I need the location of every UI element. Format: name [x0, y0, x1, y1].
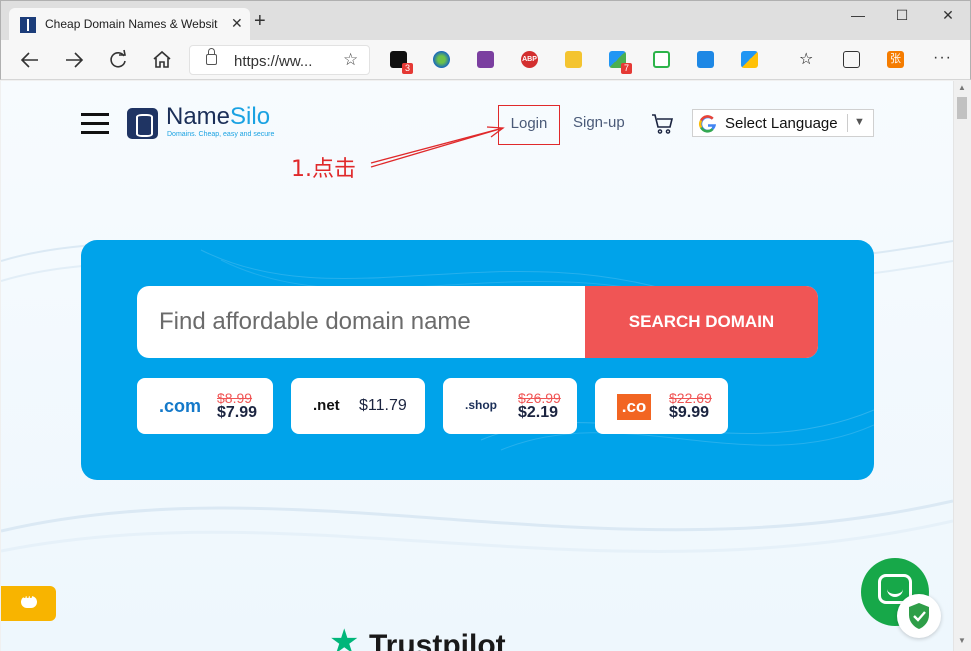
tld-card-net[interactable]: .net $11.79	[291, 378, 425, 434]
logo-tagline: Domains. Cheap, easy and secure	[167, 131, 275, 138]
extension-tampermonkey-icon[interactable]	[565, 51, 582, 68]
tv-extension-icon[interactable]	[653, 51, 670, 68]
tld-shop-logo: .shop	[465, 398, 497, 412]
favorites-list-icon[interactable]: ☆	[799, 49, 816, 68]
tld-shop-price: $2.19	[518, 404, 559, 421]
cart-icon[interactable]	[651, 112, 675, 136]
new-tab-icon[interactable]: +	[254, 11, 266, 31]
adblock-plus-icon[interactable]: ABP	[521, 51, 538, 68]
forward-icon[interactable]	[62, 48, 86, 72]
security-shield-icon[interactable]	[897, 594, 941, 638]
refresh-icon[interactable]	[106, 48, 130, 72]
tld-com-logo: .com	[159, 396, 202, 416]
namesilo-logo-text[interactable]: NameSilo	[166, 103, 270, 131]
tld-card-shop[interactable]: .shop $26.99 $2.19	[443, 378, 577, 434]
tab-title: Cheap Domain Names & Websit	[45, 17, 218, 31]
tld-net-price: $11.79	[359, 397, 407, 414]
feedback-chat-button[interactable]	[1, 586, 56, 621]
browser-toolbar: https://ww... ☆ 3 ABP 7 ☆ 张 ···	[0, 40, 971, 80]
tld-co-logo: .co	[617, 394, 651, 420]
translate-icon[interactable]	[741, 51, 758, 68]
signup-link[interactable]: Sign-up	[573, 114, 625, 131]
extension-apps-icon[interactable]: 7	[609, 51, 632, 74]
click-annotation: 1.点击	[291, 157, 356, 182]
hamburger-menu-icon[interactable]	[81, 113, 109, 135]
namesilo-favicon-icon	[20, 17, 36, 33]
maximize-icon[interactable]: ☐	[887, 7, 917, 24]
back-icon[interactable]	[18, 48, 42, 72]
favorite-star-icon[interactable]: ☆	[343, 50, 358, 70]
search-domain-button[interactable]: SEARCH DOMAIN	[585, 286, 818, 358]
annotation-arrow-icon	[370, 126, 505, 168]
hero-wave-pattern	[200, 249, 874, 451]
extension-globe-icon[interactable]	[433, 51, 450, 68]
namesilo-logo-icon[interactable]	[127, 108, 158, 139]
home-icon[interactable]	[150, 48, 174, 72]
lock-icon	[206, 48, 217, 65]
trustpilot-text: Trustpilot	[369, 629, 506, 651]
domain-search-box: SEARCH DOMAIN	[137, 286, 818, 358]
language-select-label: Select Language	[725, 115, 838, 132]
language-select-divider	[847, 114, 848, 132]
browser-tab[interactable]: Cheap Domain Names & Websit ✕	[9, 8, 250, 41]
address-bar[interactable]: https://ww... ☆	[189, 45, 370, 75]
chat-dots-icon	[21, 592, 37, 608]
collections-icon[interactable]	[843, 51, 860, 68]
scroll-up-arrow-icon[interactable]: ▲	[958, 83, 966, 92]
tab-close-icon[interactable]: ✕	[231, 15, 243, 32]
close-window-icon[interactable]: ✕	[933, 7, 963, 24]
tld-net-logo: .net	[313, 397, 340, 414]
dropdown-arrow-icon[interactable]: ▼	[854, 116, 865, 128]
onenote-icon[interactable]	[477, 51, 494, 68]
web-page: NameSilo Domains. Cheap, easy and secure…	[1, 81, 953, 651]
url-text: https://ww...	[234, 53, 313, 70]
hero-search-panel: SEARCH DOMAIN .com $8.99 $7.99 .net $11.…	[81, 240, 874, 480]
extension-1-icon[interactable]: 3	[390, 51, 413, 74]
google-logo-icon	[698, 114, 718, 134]
profile-extension-icon[interactable]: 张	[887, 51, 904, 68]
tld-card-com[interactable]: .com $8.99 $7.99	[137, 378, 273, 434]
browser-menu-icon[interactable]: ···	[933, 49, 952, 67]
extension-square-icon[interactable]	[697, 51, 714, 68]
trustpilot-star-icon: ★	[329, 623, 360, 651]
scroll-down-arrow-icon[interactable]: ▼	[958, 636, 966, 645]
browser-titlebar: Cheap Domain Names & Websit ✕ + — ☐ ✕	[0, 0, 971, 41]
minimize-icon[interactable]: —	[843, 7, 873, 23]
tld-com-price: $7.99	[217, 404, 258, 421]
language-select[interactable]: Select Language ▼	[692, 109, 874, 137]
domain-search-input[interactable]	[137, 286, 585, 358]
tld-co-price: $9.99	[669, 404, 710, 421]
scrollbar-thumb[interactable]	[957, 97, 967, 119]
tld-card-co[interactable]: .co $22.69 $9.99	[595, 378, 728, 434]
page-scrollbar[interactable]: ▲ ▼	[953, 81, 970, 651]
